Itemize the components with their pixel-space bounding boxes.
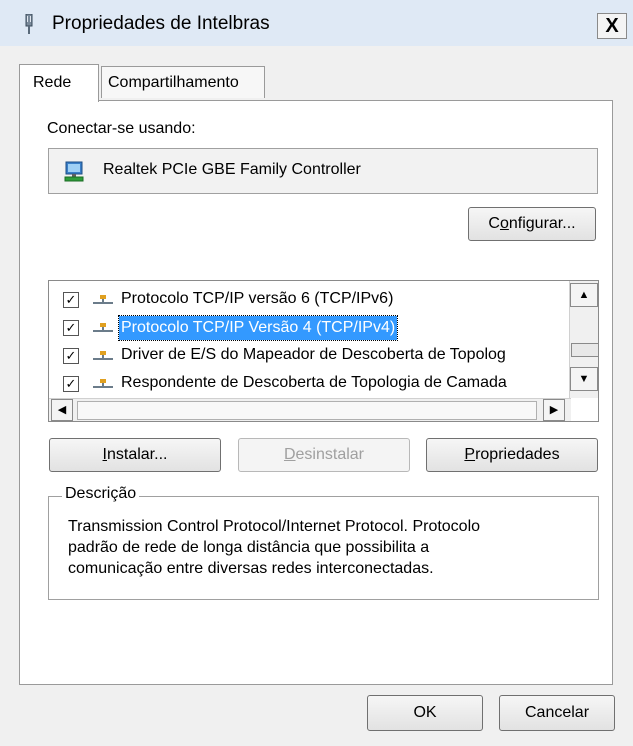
tab-compartilhamento[interactable]: Compartilhamento [101,66,265,98]
install-label: nstalar... [106,446,168,463]
item-checkbox[interactable]: ✓ [63,292,79,308]
description-text: Transmission Control Protocol/Internet P… [68,516,568,579]
item-label: Driver de E/S do Mapeador de Descoberta … [121,346,506,363]
horizontal-scroll-thumb[interactable] [77,401,537,420]
configure-accelerator: o [499,215,509,232]
close-button[interactable]: X [597,13,627,39]
ok-button[interactable]: OK [367,695,483,731]
window-title: Propriedades de Intelbras [52,13,270,34]
vertical-scroll-thumb[interactable] [571,343,598,357]
list-item[interactable]: ✓ Driver de E/S do Mapeador de Descobert… [49,342,571,370]
description-legend: Descrição [62,485,140,503]
scroll-down-arrow-icon[interactable]: ▼ [570,367,598,391]
cancel-button[interactable]: Cancelar [499,695,615,731]
item-label: Respondente de Descoberta de Topologia d… [121,374,507,391]
uninstall-accelerator: D [283,446,296,463]
configure-button[interactable]: Configurar... [468,207,596,241]
properties-accelerator: P [464,446,476,463]
protocol-icon [93,323,113,332]
adapter-field: Realtek PCIe GBE Family Controller [48,148,598,194]
scroll-up-arrow-icon[interactable]: ▲ [570,283,598,307]
description-line: Transmission Control Protocol/Internet P… [68,518,481,535]
item-label-selected: Protocolo TCP/IP Versão 4 (TCP/IPv4) [117,315,399,341]
properties-label: ropriedades [475,446,560,463]
scroll-left-arrow-icon[interactable]: ◀ [51,399,73,421]
vertical-scrollbar[interactable]: ▲ ▼ [569,281,598,398]
adapter-name: Realtek PCIe GBE Family Controller [103,161,361,178]
install-button[interactable]: Instalar... [49,438,221,472]
title-bar: Propriedades de Intelbras X [0,0,633,46]
components-list[interactable]: ✓ Protocolo TCP/IP versão 6 (TCP/IPv6) ✓… [48,280,599,422]
item-checkbox[interactable]: ✓ [63,320,79,336]
configure-label-part: nfigurar... [508,215,576,232]
protocol-icon [93,351,113,360]
item-label: Protocolo TCP/IP versão 6 (TCP/IPv6) [121,290,394,307]
network-adapter-icon [25,14,33,34]
uninstall-label: esinstalar [295,446,365,463]
properties-button[interactable]: Propriedades [426,438,598,472]
tab-rede[interactable]: Rede [19,64,99,102]
item-checkbox[interactable]: ✓ [63,348,79,364]
list-item[interactable]: ✓ Protocolo TCP/IP Versão 4 (TCP/IPv4) [49,314,571,342]
item-checkbox[interactable]: ✓ [63,376,79,392]
description-line: padrão de rede de longa distância que po… [68,539,430,556]
uninstall-button[interactable]: Desinstalar [238,438,410,472]
network-card-icon [64,161,84,182]
protocol-icon [93,295,113,304]
horizontal-scrollbar[interactable]: ◀ ▶ [49,398,571,421]
list-item[interactable]: ✓ Protocolo TCP/IP versão 6 (TCP/IPv6) [49,286,571,314]
list-item[interactable]: ✓ Respondente de Descoberta de Topologia… [49,370,571,398]
connect-using-label: Conectar-se usando: [47,120,196,137]
configure-label-part: C [488,215,500,232]
protocol-icon [93,379,113,388]
scroll-right-arrow-icon[interactable]: ▶ [543,399,565,421]
description-line: comunicação entre diversas redes interco… [68,560,434,577]
